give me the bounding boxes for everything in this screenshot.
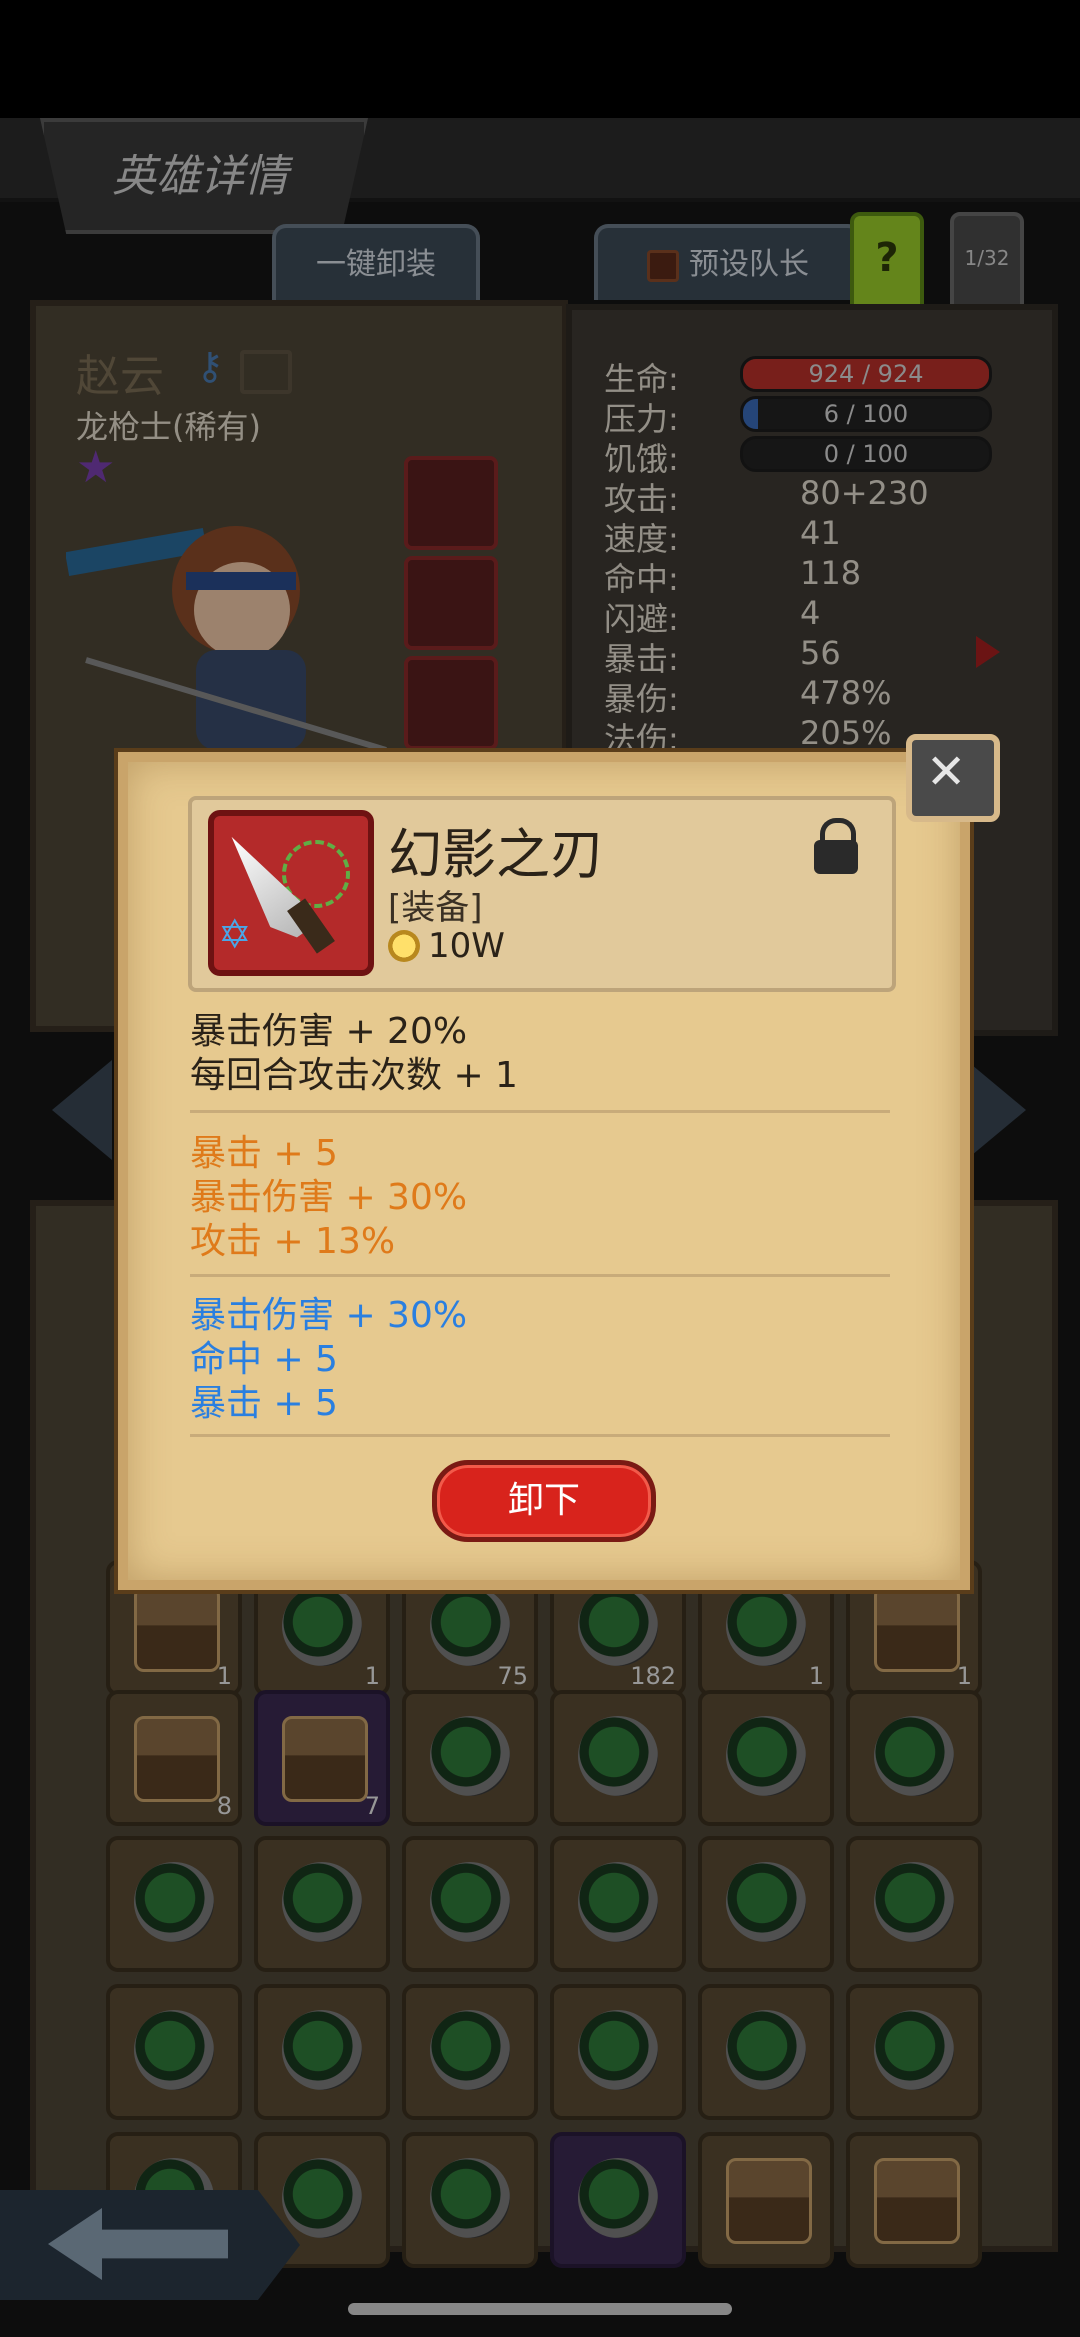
base-effect: 每回合攻击次数 + 1 xyxy=(190,1055,518,1096)
divider xyxy=(190,1274,890,1277)
lock-icon[interactable] xyxy=(814,840,858,874)
divider xyxy=(190,1434,890,1437)
item-name: 幻影之刃 xyxy=(388,823,604,886)
hexagram-star-icon: ✡ xyxy=(218,912,252,958)
blue-effect: 暴击 + 5 xyxy=(190,1383,338,1424)
divider xyxy=(190,1110,890,1113)
item-price: 10W xyxy=(428,926,505,966)
unequip-button[interactable]: 卸下 xyxy=(432,1460,656,1542)
orange-effect: 攻击 + 13% xyxy=(190,1221,396,1262)
gold-coin-icon xyxy=(388,930,420,962)
item-type: [装备] xyxy=(388,888,483,928)
close-icon[interactable]: ✕ xyxy=(926,748,966,796)
